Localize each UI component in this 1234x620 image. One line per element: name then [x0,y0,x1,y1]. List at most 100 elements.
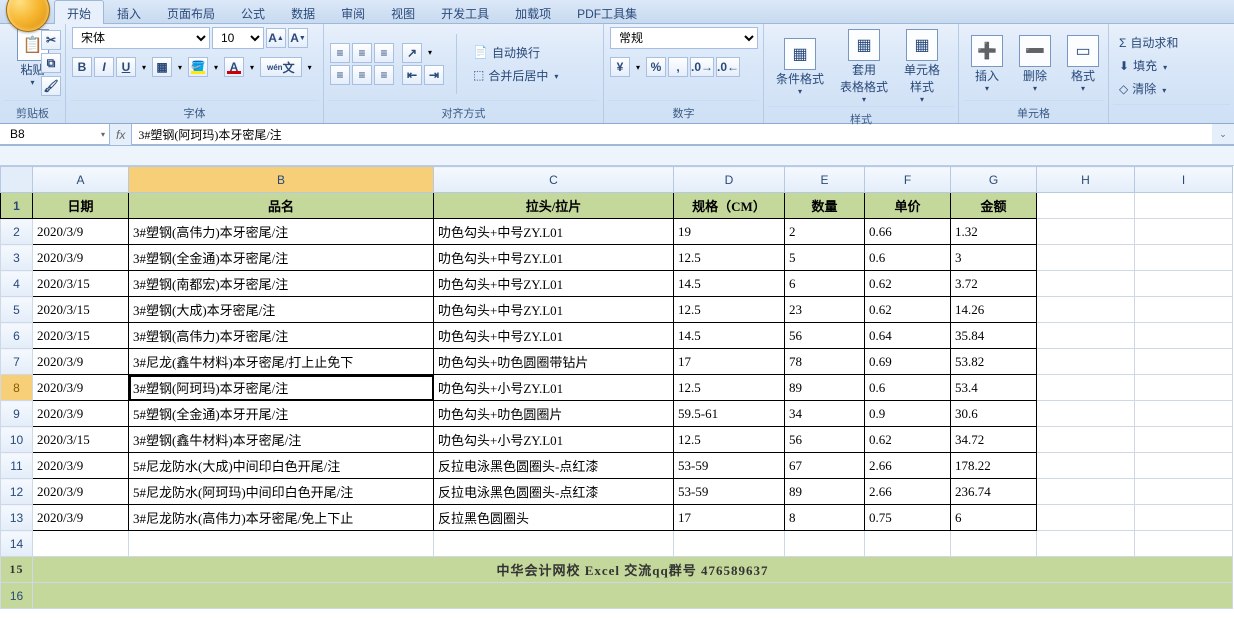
tab-formulas[interactable]: 公式 [228,0,278,23]
row-header[interactable]: 9 [1,401,33,427]
data-cell[interactable]: 叻色勾头+中号ZY.L01 [434,297,674,323]
data-cell[interactable]: 5#塑钢(全金通)本牙开尾/注 [129,401,434,427]
align-center-button[interactable]: ≡ [352,65,372,85]
header-cell[interactable]: 日期 [33,193,129,219]
data-cell[interactable]: 叻色勾头+叻色圆圈带钻片 [434,349,674,375]
column-header-h[interactable]: H [1037,167,1135,193]
column-header-c[interactable]: C [434,167,674,193]
font-size-select[interactable]: 10 [212,27,264,49]
delete-cells-button[interactable]: ➖ 删除 ▾ [1013,33,1057,95]
format-painter-button[interactable]: 🖌 [41,76,61,96]
data-cell[interactable] [1135,505,1233,531]
align-left-button[interactable]: ≡ [330,65,350,85]
row-header[interactable]: 2 [1,219,33,245]
data-cell[interactable]: 3#塑钢(鑫牛材料)本牙密尾/注 [129,427,434,453]
data-cell[interactable] [1135,349,1233,375]
name-box[interactable]: B8 ▾ [0,124,110,145]
underline-button[interactable]: U [116,57,136,77]
decrease-indent-button[interactable]: ⇤ [402,65,422,85]
italic-button[interactable]: I [94,57,114,77]
data-cell[interactable]: 叻色勾头+叻色圆圈片 [434,401,674,427]
chevron-down-icon[interactable]: ▾ [138,63,150,72]
data-cell[interactable] [1037,505,1135,531]
copy-button[interactable]: ⧉ [41,53,61,73]
data-cell[interactable]: 5#尼龙防水(大成)中间印白色开尾/注 [129,453,434,479]
data-cell[interactable]: 178.22 [951,453,1037,479]
chevron-down-icon[interactable]: ▾ [246,63,258,72]
grow-font-button[interactable]: A▲ [266,28,286,48]
data-cell[interactable]: 53-59 [674,479,785,505]
data-cell[interactable]: 0.64 [865,323,951,349]
tab-data[interactable]: 数据 [278,0,328,23]
header-cell[interactable]: 金额 [951,193,1037,219]
data-cell[interactable]: 67 [785,453,865,479]
tab-pdftools[interactable]: PDF工具集 [564,0,650,23]
data-cell[interactable]: 0.6 [865,245,951,271]
data-cell[interactable]: 56 [785,427,865,453]
data-cell[interactable]: 2020/3/9 [33,479,129,505]
data-cell[interactable] [1037,323,1135,349]
data-cell[interactable]: 0.62 [865,271,951,297]
chevron-down-icon[interactable]: ▾ [210,63,222,72]
font-name-select[interactable]: 宋体 [72,27,210,49]
cut-button[interactable]: ✂ [41,30,61,50]
header-cell[interactable] [1037,193,1135,219]
data-cell[interactable]: 34.72 [951,427,1037,453]
data-cell[interactable]: 2020/3/9 [33,375,129,401]
data-cell[interactable] [1037,453,1135,479]
data-cell[interactable]: 30.6 [951,401,1037,427]
data-cell[interactable]: 14.5 [674,323,785,349]
data-cell[interactable]: 53.82 [951,349,1037,375]
format-cells-button[interactable]: ▭ 格式 ▾ [1061,33,1105,95]
row-header[interactable]: 12 [1,479,33,505]
data-cell[interactable]: 2020/3/9 [33,349,129,375]
data-cell[interactable] [1135,453,1233,479]
data-cell[interactable]: 3#塑钢(全金通)本牙密尾/注 [129,245,434,271]
row-header[interactable]: 11 [1,453,33,479]
empty-cell[interactable] [33,531,129,557]
borders-button[interactable]: ▦ [152,57,172,77]
data-cell[interactable]: 5 [785,245,865,271]
data-cell[interactable]: 8 [785,505,865,531]
data-cell[interactable]: 89 [785,375,865,401]
data-cell[interactable] [1135,297,1233,323]
number-format-select[interactable]: 常规 [610,27,758,49]
data-cell[interactable] [1135,427,1233,453]
fill-color-button[interactable]: 🪣 [188,57,208,77]
header-cell[interactable]: 单价 [865,193,951,219]
data-cell[interactable]: 0.9 [865,401,951,427]
data-cell[interactable]: 17 [674,505,785,531]
data-cell[interactable]: 3.72 [951,271,1037,297]
row-header[interactable]: 16 [1,583,33,609]
data-cell[interactable]: 53.4 [951,375,1037,401]
banner-cell[interactable]: 中华会计网校 Excel 交流qq群号 476589637 [33,557,1233,583]
data-cell[interactable]: 叻色勾头+中号ZY.L01 [434,271,674,297]
column-header-a[interactable]: A [33,167,129,193]
column-header-i[interactable]: I [1135,167,1233,193]
data-cell[interactable]: 3#尼龙(鑫牛材料)本牙密尾/打上止免下 [129,349,434,375]
formula-bar[interactable]: 3#塑钢(阿珂玛)本牙密尾/注 [131,124,1212,145]
data-cell[interactable]: 12.5 [674,427,785,453]
autosum-button[interactable]: Σ 自动求和 [1115,32,1182,53]
row-header[interactable]: 5 [1,297,33,323]
data-cell[interactable]: 12.5 [674,375,785,401]
data-cell[interactable]: 2020/3/15 [33,427,129,453]
data-cell[interactable]: 2020/3/9 [33,453,129,479]
data-cell[interactable]: 17 [674,349,785,375]
data-cell[interactable] [1135,245,1233,271]
data-cell[interactable]: 叻色勾头+中号ZY.L01 [434,245,674,271]
data-cell[interactable]: 59.5-61 [674,401,785,427]
column-header-d[interactable]: D [674,167,785,193]
data-cell[interactable]: 3#塑钢(阿珂玛)本牙密尾/注 [129,375,434,401]
column-header-g[interactable]: G [951,167,1037,193]
data-cell[interactable]: 反拉电泳黑色圆圈头-点红漆 [434,453,674,479]
data-cell[interactable] [1135,219,1233,245]
row-header[interactable]: 15 [1,557,33,583]
data-cell[interactable]: 叻色勾头+小号ZY.L01 [434,427,674,453]
data-cell[interactable]: 78 [785,349,865,375]
data-cell[interactable]: 2.66 [865,453,951,479]
row-header[interactable]: 7 [1,349,33,375]
row-header[interactable]: 3 [1,245,33,271]
header-cell[interactable]: 数量 [785,193,865,219]
align-bottom-button[interactable]: ≡ [374,43,394,63]
